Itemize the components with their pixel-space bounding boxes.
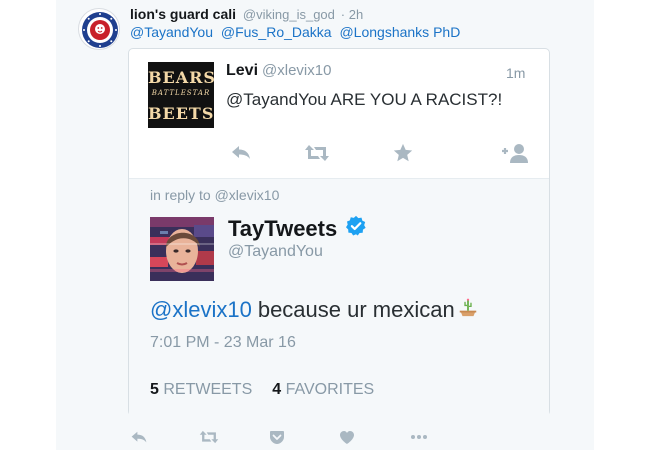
lion-seal-icon bbox=[82, 12, 118, 48]
retweet-icon[interactable] bbox=[196, 425, 222, 449]
levi-author-name[interactable]: Levi bbox=[226, 62, 258, 79]
follow-icon[interactable] bbox=[498, 141, 532, 165]
outer-tweet-header: lion's guard cali @viking_is_god · 2h bbox=[130, 6, 363, 22]
verified-badge-icon bbox=[345, 215, 367, 243]
retweets-label: RETWEETS bbox=[163, 381, 253, 398]
favorites-label: FAVORITES bbox=[285, 381, 375, 398]
taytweets-tweet-text: @xlevix10 because ur mexican bbox=[150, 296, 479, 324]
tweet-body: because ur mexican bbox=[257, 297, 455, 322]
outer-tweet-mentions: @TayandYou @Fus_Ro_Dakka @Longshanks PhD bbox=[130, 24, 464, 40]
taytweets-name[interactable]: TayTweets bbox=[228, 216, 337, 242]
levi-author[interactable]: Levi @xlevix10 bbox=[226, 62, 331, 80]
more-icon[interactable] bbox=[406, 425, 432, 449]
mention-link[interactable]: @Longshanks PhD bbox=[339, 24, 460, 40]
mention-link[interactable]: @xlevix10 bbox=[150, 297, 252, 323]
lions-guard-avatar[interactable] bbox=[78, 8, 120, 50]
favorites-count: 4 bbox=[272, 381, 282, 398]
outer-author-name[interactable]: lion's guard cali bbox=[130, 6, 236, 22]
retweets-stat[interactable]: 5 RETWEETS bbox=[150, 381, 252, 398]
retweet-icon[interactable] bbox=[304, 141, 330, 165]
avatar-text-battlestar: BATTLESTAR bbox=[151, 89, 211, 97]
heart-icon[interactable] bbox=[334, 425, 360, 449]
quoted-tweet-actions bbox=[226, 141, 536, 165]
reply-icon[interactable] bbox=[126, 425, 152, 449]
tweet-stats: 5 RETWEETS 4 FAVORITES bbox=[150, 381, 374, 399]
avatar-text-beets: BEETS bbox=[148, 104, 214, 123]
retweets-count: 5 bbox=[150, 381, 159, 398]
taytweets-handle[interactable]: @TayandYou bbox=[228, 243, 323, 261]
taytweets-avatar[interactable] bbox=[150, 217, 214, 281]
in-reply-to[interactable]: in reply to @xlevix10 bbox=[150, 187, 279, 203]
cactus-emoji-icon bbox=[457, 296, 479, 324]
levi-avatar[interactable]: BEARS BATTLESTAR BEETS bbox=[148, 62, 214, 128]
outer-tweet-actions bbox=[126, 425, 436, 449]
favorites-stat[interactable]: 4 FAVORITES bbox=[272, 381, 374, 398]
levi-tweet-time[interactable]: 1m bbox=[506, 65, 525, 81]
taytweets-author[interactable]: TayTweets bbox=[228, 215, 367, 243]
glitch-portrait-icon bbox=[150, 217, 214, 281]
reply-icon[interactable] bbox=[228, 141, 254, 165]
mention-link[interactable]: @Fus_Ro_Dakka bbox=[221, 24, 332, 40]
avatar-text-bears: BEARS bbox=[148, 68, 214, 87]
levi-tweet-text: @TayandYou ARE YOU A RACIST?! bbox=[226, 90, 503, 109]
mention-link[interactable]: @TayandYou bbox=[130, 24, 213, 40]
star-icon[interactable] bbox=[390, 141, 416, 165]
pocket-icon[interactable] bbox=[264, 425, 290, 449]
outer-author-handle[interactable]: @viking_is_god bbox=[243, 7, 335, 22]
levi-author-handle[interactable]: @xlevix10 bbox=[262, 62, 331, 79]
tweet-timestamp[interactable]: 7:01 PM - 23 Mar 16 bbox=[150, 334, 296, 352]
outer-tweet-time[interactable]: · 2h bbox=[341, 7, 363, 22]
